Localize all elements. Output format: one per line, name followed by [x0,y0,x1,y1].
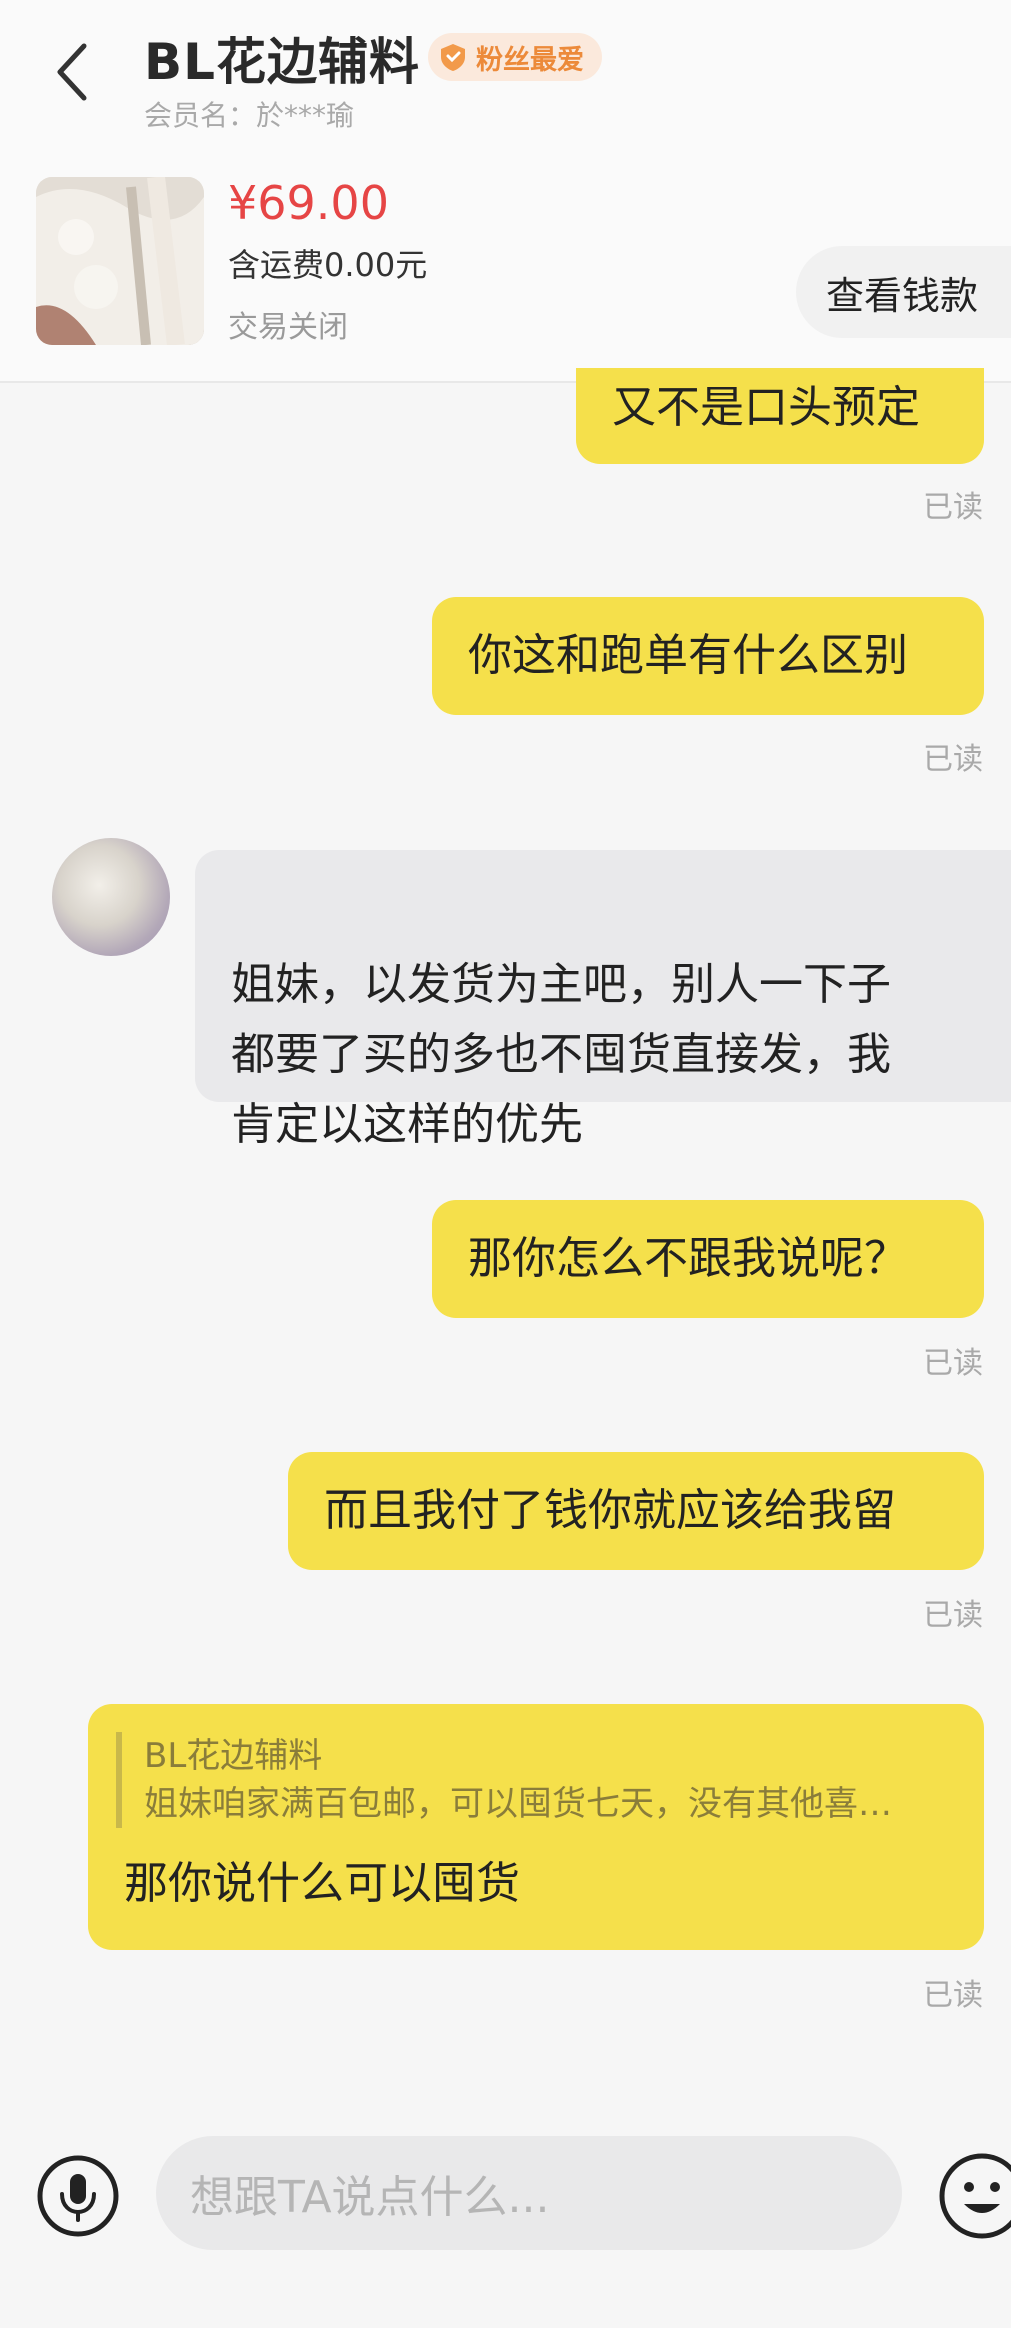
microphone-icon[interactable] [36,2154,120,2238]
message-text: 那你说什么可以囤货 [124,1858,520,1909]
quoted-message-bubble[interactable]: BL花边辅料 姐妹咱家满百包邮，可以囤货七天，没有其他喜… 那你说什么可以囤货 [88,1704,984,1950]
back-button[interactable] [40,32,104,112]
message-bubble[interactable]: 那你怎么不跟我说呢？ [432,1200,984,1318]
message-text: 又不是口头预定 [612,382,920,433]
quote-author: BL花边辅料 [144,1736,323,1776]
message-text: 而且我付了钱你就应该给我留 [324,1485,896,1536]
order-status: 交易关闭 [228,310,348,345]
read-receipt: 已读 [923,742,983,777]
shield-heart-icon [441,44,465,71]
read-receipt: 已读 [923,1598,983,1633]
order-price: ¥69.00 [228,176,389,230]
badge-label: 粉丝最爱 [476,44,584,76]
shipping-info: 含运费0.00元 [228,246,428,284]
fan-badge: 粉丝最爱 [428,33,602,81]
read-receipt: 已读 [923,490,983,525]
message-bubble[interactable]: 又不是口头预定 [576,368,984,464]
message-input[interactable]: 想跟TA说点什么... [156,2136,902,2250]
read-receipt: 已读 [923,1346,983,1381]
message-bubble[interactable]: 而且我付了钱你就应该给我留 [288,1452,984,1570]
input-bar: 想跟TA说点什么... [0,2110,1011,2328]
view-payment-button[interactable]: 查看钱款 [796,246,1011,338]
message-text: 姐妹，以发货为主吧，别人一下子 都要了买的多也不囤货直接发，我 肯定以这样的优先 [231,959,891,1150]
quote-block: BL花边辅料 姐妹咱家满百包邮，可以囤货七天，没有其他喜… [116,1732,954,1828]
seller-avatar[interactable] [52,838,170,956]
shop-title: BL花边辅料 [144,33,420,91]
message-text: 你这和跑单有什么区别 [468,630,908,681]
member-name: 会员名：於***瑜 [144,99,355,132]
chevron-left-icon [57,43,87,101]
message-bubble[interactable]: 姐妹，以发货为主吧，别人一下子 都要了买的多也不囤货直接发，我 肯定以这样的优先 [195,850,1011,1150]
quote-text: 姐妹咱家满百包邮，可以囤货七天，没有其他喜… [144,1784,892,1824]
smiley-icon[interactable] [938,2152,1011,2240]
message-bubble[interactable]: 你这和跑单有什么区别 [432,597,984,715]
read-receipt: 已读 [923,1978,983,2013]
lace-fabric-image [36,177,204,345]
message-text: 那你怎么不跟我说呢？ [468,1233,908,1284]
product-thumbnail[interactable] [36,177,204,345]
chat-header: BL花边辅料 粉丝最爱 会员名：於***瑜 ¥69.00 含运费0.00元 交易… [0,0,1011,383]
